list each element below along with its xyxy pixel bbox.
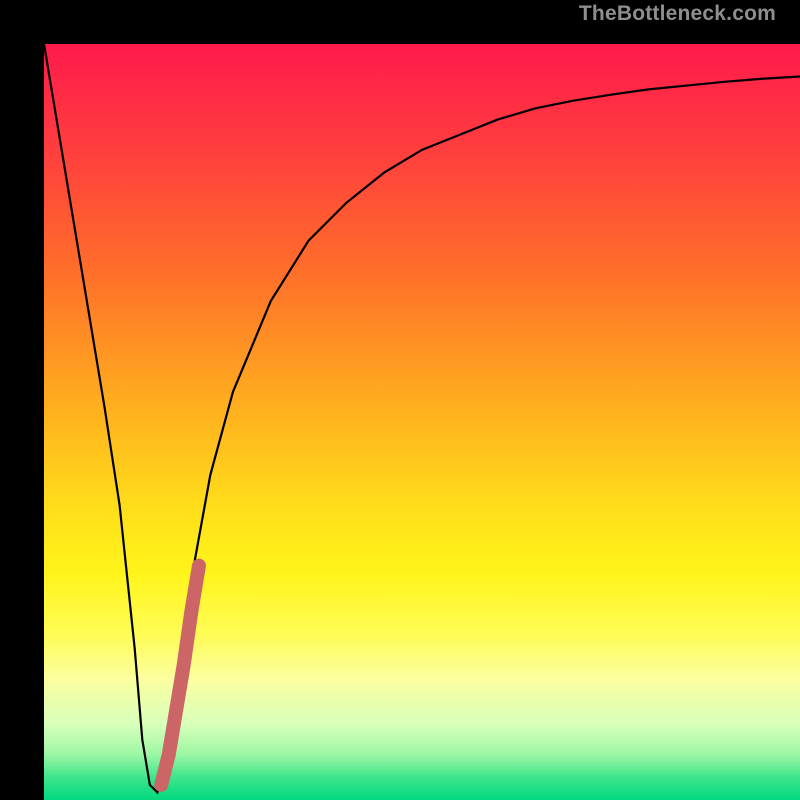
bottleneck-chart <box>44 44 800 800</box>
chart-background <box>44 44 800 800</box>
chart-frame <box>0 0 800 800</box>
watermark-text: TheBottleneck.com <box>579 2 776 26</box>
